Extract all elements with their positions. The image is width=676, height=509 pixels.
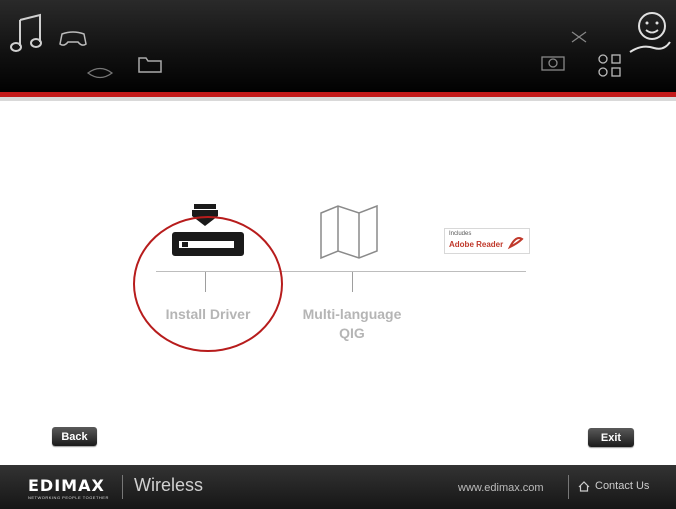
header-banner: [0, 0, 676, 101]
qig-text: QIG: [339, 325, 365, 341]
website-link[interactable]: www.edimax.com: [458, 482, 544, 494]
edimax-logo: EDIMAX: [28, 476, 105, 495]
camera-icon: [541, 56, 565, 71]
brand-tagline: NETWORKING PEOPLE TOGETHER: [28, 495, 109, 500]
header-divider: [0, 97, 676, 101]
music-note-icon: [10, 13, 42, 52]
adobe-reader-badge[interactable]: Includes Adobe Reader: [444, 228, 530, 254]
adobe-reader-icon: [507, 237, 524, 250]
multi-language-text: Multi-language: [302, 306, 402, 322]
footer-bar: EDIMAX NETWORKING PEOPLE TOGETHER Wirele…: [0, 465, 676, 509]
multi-language-qig-label[interactable]: Multi-language QIG: [286, 305, 418, 343]
adobe-reader-text: Adobe Reader: [449, 240, 504, 249]
footer-divider: [122, 475, 123, 499]
contact-us-link[interactable]: Contact Us: [578, 480, 649, 492]
folded-map-icon[interactable]: [318, 203, 380, 261]
home-icon: [578, 480, 590, 492]
gamepad-icon: [59, 31, 87, 46]
smiley-hand-icon: [629, 12, 671, 53]
exit-button[interactable]: Exit: [588, 428, 634, 447]
selection-highlight-circle: [133, 216, 283, 352]
footer-divider: [568, 475, 569, 499]
contact-us-text: Contact Us: [595, 480, 650, 492]
back-button[interactable]: Back: [52, 427, 97, 446]
eye-icon: [86, 67, 114, 79]
adobe-includes-text: Includes: [449, 231, 472, 237]
puzzle-shapes-icon: [598, 54, 621, 77]
folder-icon: [138, 57, 162, 73]
product-name: Wireless: [134, 475, 204, 495]
timeline-tick: [352, 272, 353, 292]
sparkle-icon: [571, 31, 587, 43]
